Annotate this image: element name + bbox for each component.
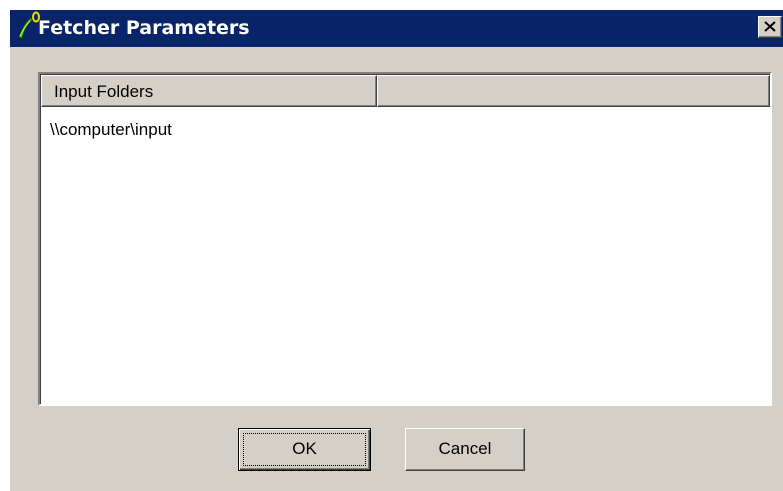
fetcher-parameters-dialog: Fetcher Parameters Input Folders \\compu…	[10, 10, 783, 491]
column-header-empty[interactable]	[377, 75, 770, 107]
title-bar: Fetcher Parameters	[10, 10, 783, 47]
close-button[interactable]	[758, 16, 782, 38]
list-item[interactable]: \\computer\input	[50, 119, 172, 141]
input-folders-list[interactable]: Input Folders \\computer\input	[38, 72, 772, 406]
cancel-button[interactable]: Cancel	[405, 428, 525, 471]
list-header: Input Folders	[41, 75, 770, 107]
close-icon	[764, 21, 776, 32]
cancel-button-label: Cancel	[438, 439, 492, 458]
app-icon	[16, 11, 40, 43]
ok-button[interactable]: OK	[238, 428, 371, 471]
window-title: Fetcher Parameters	[38, 17, 250, 39]
column-header-label: Input Folders	[54, 82, 154, 101]
ok-button-label: OK	[292, 439, 317, 458]
column-header-input-folders[interactable]: Input Folders	[41, 75, 377, 107]
